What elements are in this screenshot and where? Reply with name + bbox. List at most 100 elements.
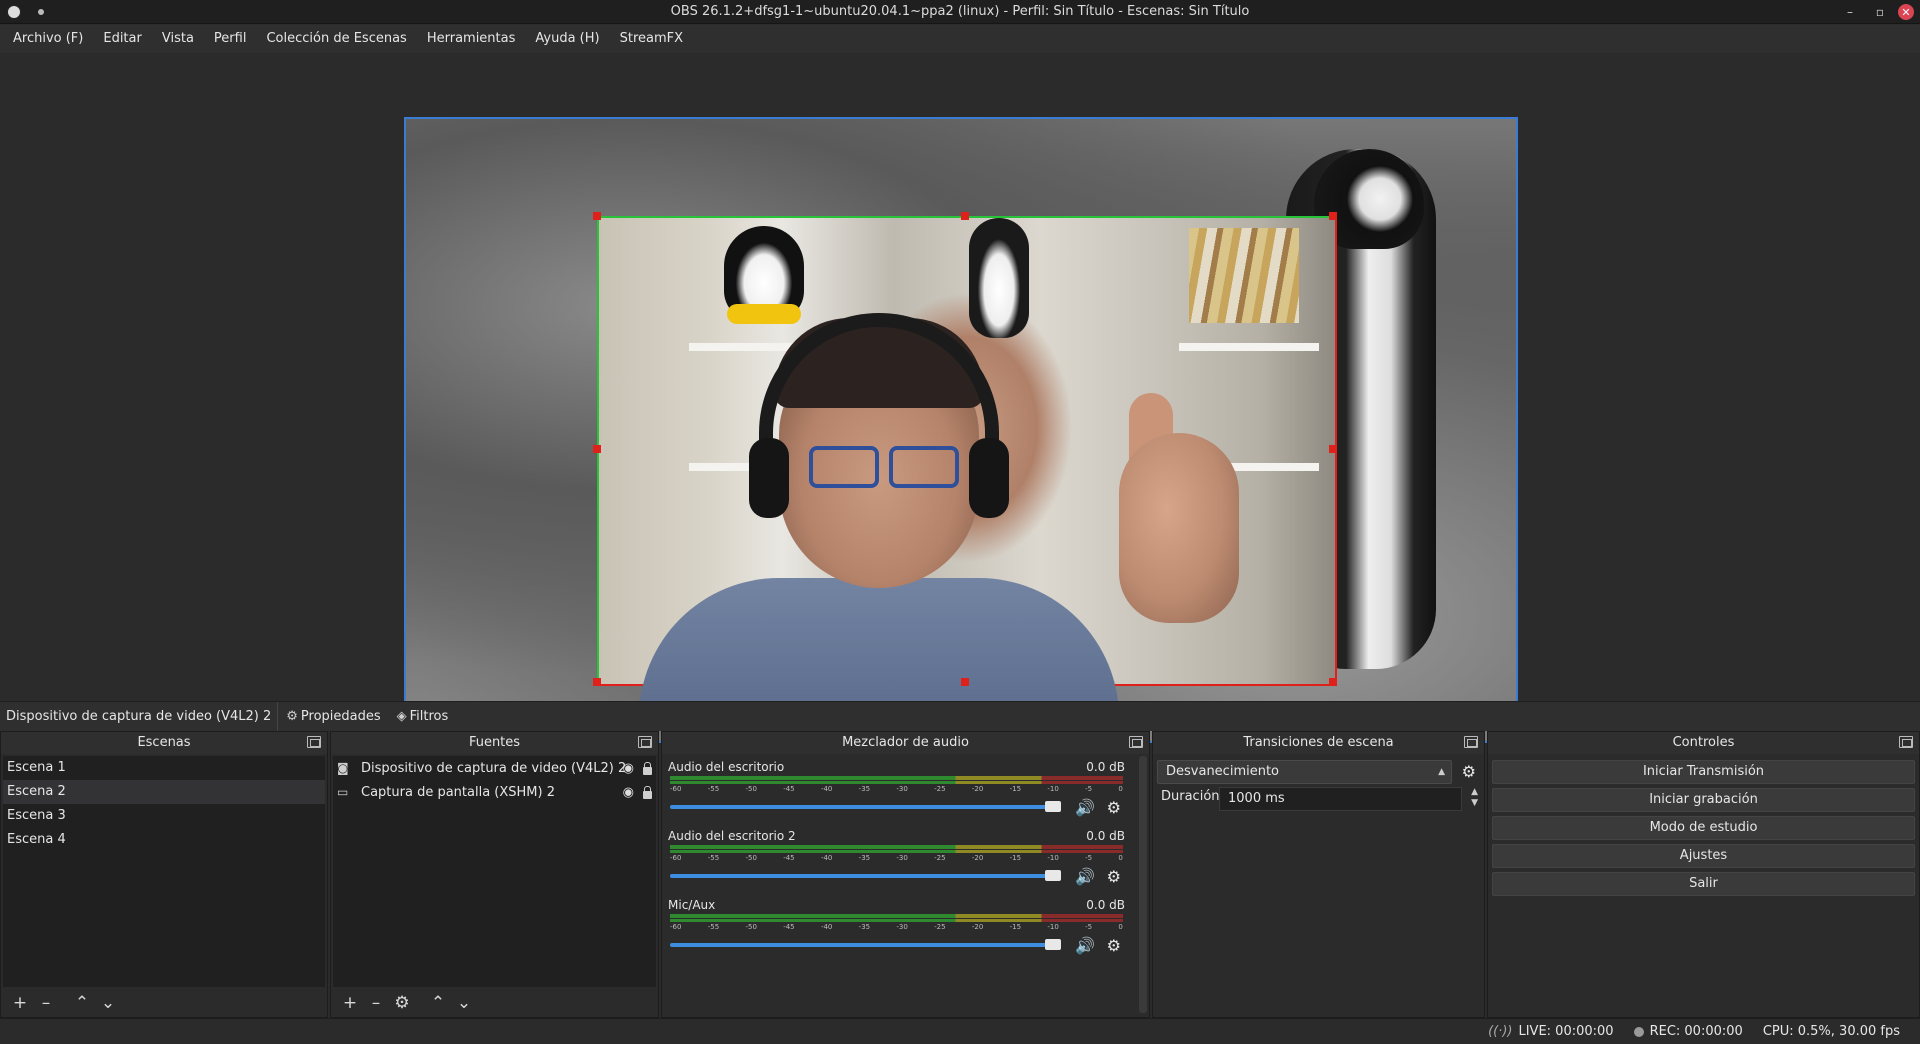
menu-streamfx[interactable]: StreamFX (610, 25, 693, 53)
volume-meter (670, 845, 1123, 849)
resize-handle[interactable] (593, 678, 601, 686)
scene-item-selected[interactable]: Escena 2 (3, 780, 325, 804)
undock-icon[interactable] (638, 736, 652, 748)
resize-handle[interactable] (1329, 212, 1337, 220)
volume-meter (670, 781, 1123, 784)
tick-label: -25 (934, 923, 946, 931)
exit-button[interactable]: Salir (1492, 872, 1915, 896)
remove-scene-icon[interactable]: – (33, 990, 59, 1016)
menu-editar[interactable]: Editar (93, 25, 152, 53)
scene-item[interactable]: Escena 1 (3, 756, 325, 780)
menu-perfil[interactable]: Perfil (204, 25, 257, 53)
add-source-icon[interactable]: + (337, 990, 363, 1016)
resize-handle[interactable] (593, 212, 601, 220)
tick-label: -45 (783, 785, 795, 793)
tick-label: 0 (1118, 923, 1123, 931)
source-label: Captura de pantalla (XSHM) 2 (361, 784, 555, 800)
meter-ticks: -60 -55 -50 -45 -40 -35 -30 -25 -20 -15 -10 -5 0 (670, 923, 1123, 935)
gear-icon[interactable]: ⚙ (1462, 762, 1476, 781)
move-up-icon[interactable]: ⌃ (69, 990, 95, 1016)
record-dot-icon (1633, 1026, 1644, 1037)
obs-logo-icon (6, 4, 22, 20)
move-down-icon[interactable]: ⌄ (95, 990, 121, 1016)
source-item[interactable]: ◙ Dispositivo de captura de video (V4L2)… (333, 756, 656, 780)
settings-button[interactable]: Ajustes (1492, 844, 1915, 868)
controls-dock: Controles Iniciar Transmisión Iniciar gr… (1487, 731, 1920, 1018)
resize-handle[interactable] (1329, 678, 1337, 686)
rec-time: REC: 00:00:00 (1649, 1024, 1743, 1039)
penguin-figure (969, 218, 1029, 338)
transitions-header: Transiciones de escena (1153, 732, 1484, 754)
volume-slider-handle[interactable] (1045, 870, 1061, 881)
gear-icon[interactable]: ⚙ (1107, 867, 1121, 886)
speaker-icon[interactable]: 🔊 (1075, 936, 1095, 955)
move-up-icon[interactable]: ⌃ (425, 990, 451, 1016)
start-recording-button[interactable]: Iniciar grabación (1492, 788, 1915, 812)
gear-icon[interactable]: ⚙ (1107, 798, 1121, 817)
remove-source-icon[interactable]: – (363, 990, 389, 1016)
move-down-icon[interactable]: ⌄ (451, 990, 477, 1016)
duration-spinbox[interactable]: 1000 ms (1219, 787, 1462, 811)
menu-archivo[interactable]: Archivo (F) (3, 25, 93, 53)
channel-name: Audio del escritorio (668, 760, 785, 774)
transition-select[interactable]: Desvanecimiento▲▼ (1157, 760, 1452, 799)
source-label: Dispositivo de captura de video (V4L2) 2 (361, 760, 627, 776)
add-scene-icon[interactable]: + (7, 990, 33, 1016)
tux-feet (727, 304, 801, 324)
lock-icon[interactable] (643, 786, 652, 799)
undock-icon[interactable] (307, 736, 321, 748)
resize-handle[interactable] (961, 212, 969, 220)
menu-herramientas[interactable]: Herramientas (417, 25, 526, 53)
tick-label: -15 (1009, 854, 1022, 862)
start-streaming-button[interactable]: Iniciar Transmisión (1492, 760, 1915, 784)
tick-label: -50 (745, 923, 757, 931)
undock-icon[interactable] (1899, 736, 1913, 748)
undock-icon[interactable] (1464, 736, 1478, 748)
menu-ayuda[interactable]: Ayuda (H) (525, 25, 609, 53)
resize-handle[interactable] (961, 678, 969, 686)
tick-label: -45 (783, 854, 795, 862)
volume-slider[interactable] (670, 943, 1051, 947)
volume-slider-handle[interactable] (1045, 939, 1061, 950)
mixer-body: Audio del escritorio 0.0 dB -60 -55 -50 -45… (664, 756, 1135, 1013)
source-item[interactable]: ▭ Captura de pantalla (XSHM) 2 ◉ (333, 780, 656, 804)
lock-icon[interactable] (643, 762, 652, 775)
webcam-source[interactable] (593, 212, 1337, 718)
volume-slider-handle[interactable] (1045, 801, 1061, 812)
eye-icon[interactable]: ◉ (623, 761, 634, 776)
speaker-icon[interactable]: 🔊 (1075, 798, 1095, 817)
scenes-list: Escena 1 Escena 2 Escena 3 Escena 4 (3, 756, 325, 987)
tick-label: -40 (820, 785, 833, 793)
minimize-icon[interactable]: – (1840, 2, 1860, 22)
volume-slider[interactable] (670, 805, 1051, 809)
resize-handle[interactable] (1329, 445, 1337, 453)
tick-label: -45 (783, 923, 795, 931)
scene-item[interactable]: Escena 4 (3, 828, 325, 852)
mixer-scrollbar[interactable] (1139, 756, 1147, 1013)
menu-vista[interactable]: Vista (152, 25, 204, 53)
resize-handle[interactable] (593, 445, 601, 453)
speaker-icon[interactable]: 🔊 (1075, 867, 1095, 886)
menu-coleccion-escenas[interactable]: Colección de Escenas (256, 25, 416, 53)
pin-icon[interactable] (38, 9, 44, 15)
gear-icon[interactable]: ⚙ (1107, 936, 1121, 955)
studio-mode-button[interactable]: Modo de estudio (1492, 816, 1915, 840)
undock-icon[interactable] (1129, 736, 1143, 748)
window-title: OBS 26.1.2+dfsg1-1~ubuntu20.04.1~ppa2 (l… (670, 4, 1250, 19)
scene-item[interactable]: Escena 3 (3, 804, 325, 828)
source-settings-gear-icon[interactable]: ⚙ (389, 990, 415, 1016)
filters-button[interactable]: ◈ Filtros (389, 702, 457, 732)
properties-button[interactable]: ⚙ Propiedades (278, 702, 388, 732)
tick-label: -55 (707, 785, 720, 793)
eye-icon[interactable]: ◉ (623, 785, 634, 800)
duration-row: Duración 1000 ms ▲ ▼ (1157, 787, 1480, 811)
meter-ticks: -60 -55 -50 -45 -40 -35 -30 -25 -20 -15 -10 -5 0 (670, 854, 1123, 866)
mixer-title: Mezclador de audio (842, 735, 969, 750)
preview-canvas[interactable] (404, 117, 1518, 743)
restore-icon[interactable]: ▫ (1870, 2, 1890, 22)
tick-label: -60 (670, 923, 682, 931)
spin-arrows-icon[interactable]: ▲ ▼ (1471, 787, 1478, 809)
close-icon[interactable]: ✕ (1898, 4, 1914, 20)
volume-slider[interactable] (670, 874, 1051, 878)
sources-dock: Fuentes ◙ Dispositivo de captura de vide… (330, 731, 659, 1018)
